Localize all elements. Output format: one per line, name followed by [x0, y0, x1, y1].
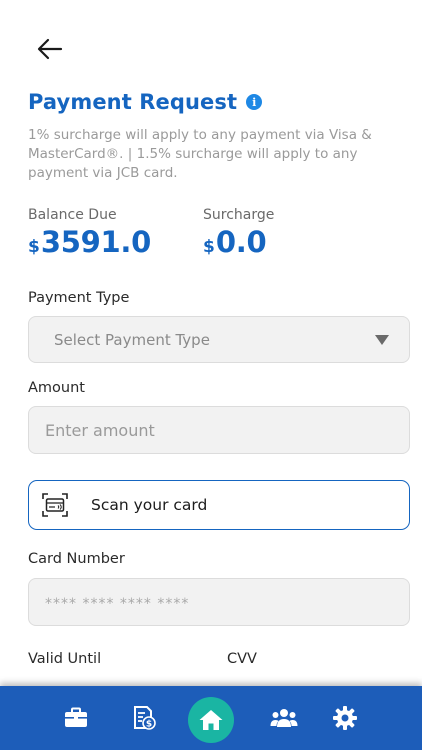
nav-invoices[interactable]: $ — [122, 686, 166, 750]
briefcase-icon — [65, 707, 87, 727]
nav-jobs[interactable] — [54, 686, 98, 750]
surcharge-notice: 1% surcharge will apply to any payment v… — [28, 127, 372, 181]
payment-type-select[interactable]: Select Payment Type — [28, 316, 410, 363]
nav-team[interactable] — [262, 686, 306, 750]
invoice-icon: $ — [134, 706, 156, 730]
surcharge: Surcharge $ 0.0 — [203, 207, 274, 259]
info-icon[interactable]: i — [246, 94, 263, 110]
cvv-label: CVV — [227, 651, 257, 667]
home-icon — [199, 710, 223, 730]
caret-down-icon — [375, 335, 389, 345]
amount-input[interactable] — [28, 406, 410, 454]
page-header: Payment Request i — [28, 90, 263, 114]
card-scan-icon — [42, 493, 68, 517]
surcharge-currency: $ — [203, 237, 215, 257]
svg-text:$: $ — [146, 720, 152, 730]
scan-card-button[interactable]: Scan your card — [28, 480, 410, 530]
payment-type-value: Select Payment Type — [54, 330, 210, 349]
team-icon — [270, 709, 298, 727]
arrow-left-icon — [37, 38, 63, 60]
balance-currency: $ — [28, 237, 40, 257]
surcharge-label: Surcharge — [203, 207, 275, 223]
balance-due: Balance Due $ 3591.0 — [28, 207, 151, 259]
payment-type-label: Payment Type — [28, 290, 130, 306]
back-button[interactable] — [36, 36, 64, 62]
balance-due-label: Balance Due — [28, 207, 117, 223]
valid-until-label: Valid Until — [28, 651, 102, 667]
surcharge-amount: 0.0 — [215, 225, 267, 259]
card-number-input[interactable] — [28, 578, 410, 626]
amount-label: Amount — [28, 380, 85, 396]
nav-home[interactable] — [188, 697, 234, 743]
page-title: Payment Request — [28, 90, 238, 114]
balance-amount: 3591.0 — [40, 225, 151, 259]
card-number-label: Card Number — [28, 551, 125, 567]
settings-icon — [333, 706, 357, 730]
scan-card-label: Scan your card — [91, 496, 208, 514]
nav-settings[interactable] — [323, 686, 367, 750]
